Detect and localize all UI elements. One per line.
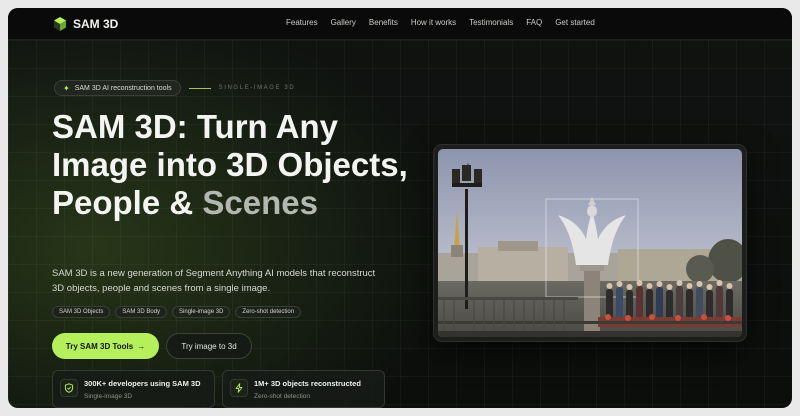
nav-link-how-it-works[interactable]: How it works xyxy=(411,18,456,27)
try-image-to-3d-button[interactable]: Try image to 3d xyxy=(166,333,252,359)
primary-button-label: Try SAM 3D Tools xyxy=(65,341,134,351)
secondary-button-label: Try image to 3d xyxy=(181,341,237,351)
lightning-icon xyxy=(230,379,248,397)
try-sam-3d-tools-button[interactable]: Try SAM 3D Tools → xyxy=(52,333,159,359)
stat-subtitle: Zero-shot detection xyxy=(254,393,311,400)
browser-page: SAM 3D Features Gallery Benefits How it … xyxy=(8,8,792,408)
stat-card-developers: 300K+ developers using SAM 3D Single-ima… xyxy=(52,370,215,408)
arrow-right-icon: → xyxy=(137,341,146,351)
chip-zero-shot-detection: Zero-shot detection xyxy=(235,306,302,318)
chip-sam-3d-body: SAM 3D Body xyxy=(115,306,168,318)
title-highlight: Scenes xyxy=(202,184,318,221)
feature-chips: SAM 3D Objects SAM 3D Body Single-image … xyxy=(52,306,302,318)
hero-image-card xyxy=(434,145,746,341)
stat-card-objects: 1M+ 3D objects reconstructed Zero-shot d… xyxy=(222,370,385,408)
stat-title: 300K+ developers using SAM 3D xyxy=(84,379,201,388)
top-nav: SAM 3D Features Gallery Benefits How it … xyxy=(8,8,792,40)
shield-icon xyxy=(60,379,78,397)
badge-divider xyxy=(188,87,211,89)
badge-tag: SINGLE-IMAGE 3D xyxy=(218,85,296,91)
nav-link-benefits[interactable]: Benefits xyxy=(369,18,398,27)
nav-link-faq[interactable]: FAQ xyxy=(526,18,542,27)
nav-link-get-started[interactable]: Get started xyxy=(555,18,595,27)
stat-subtitle: Single-image 3D xyxy=(84,393,133,400)
hero-description: SAM 3D is a new generation of Segment An… xyxy=(52,268,376,294)
chip-sam-3d-objects: SAM 3D Objects xyxy=(52,306,111,318)
sparkle-icon: ✦ xyxy=(63,83,70,93)
page-title: SAM 3D: Turn Any Image into 3D Objects, … xyxy=(52,108,412,222)
nav-links: Features Gallery Benefits How it works T… xyxy=(286,18,608,27)
nav-link-gallery[interactable]: Gallery xyxy=(331,18,356,27)
logo[interactable]: SAM 3D xyxy=(54,17,118,31)
logo-icon xyxy=(54,17,66,31)
brand-name: SAM 3D xyxy=(73,17,119,31)
hero-badge-row: ✦ SAM 3D AI reconstruction tools SINGLE-… xyxy=(54,80,295,96)
hero-photo xyxy=(438,149,742,337)
stat-title: 1M+ 3D objects reconstructed xyxy=(254,379,361,388)
chip-single-image-3d: Single-image 3D xyxy=(172,306,231,318)
badge-text: SAM 3D AI reconstruction tools xyxy=(74,84,172,92)
nav-link-features[interactable]: Features xyxy=(286,18,318,27)
hero-badge: ✦ SAM 3D AI reconstruction tools xyxy=(54,80,181,96)
nav-link-testimonials[interactable]: Testimonials xyxy=(469,18,513,27)
